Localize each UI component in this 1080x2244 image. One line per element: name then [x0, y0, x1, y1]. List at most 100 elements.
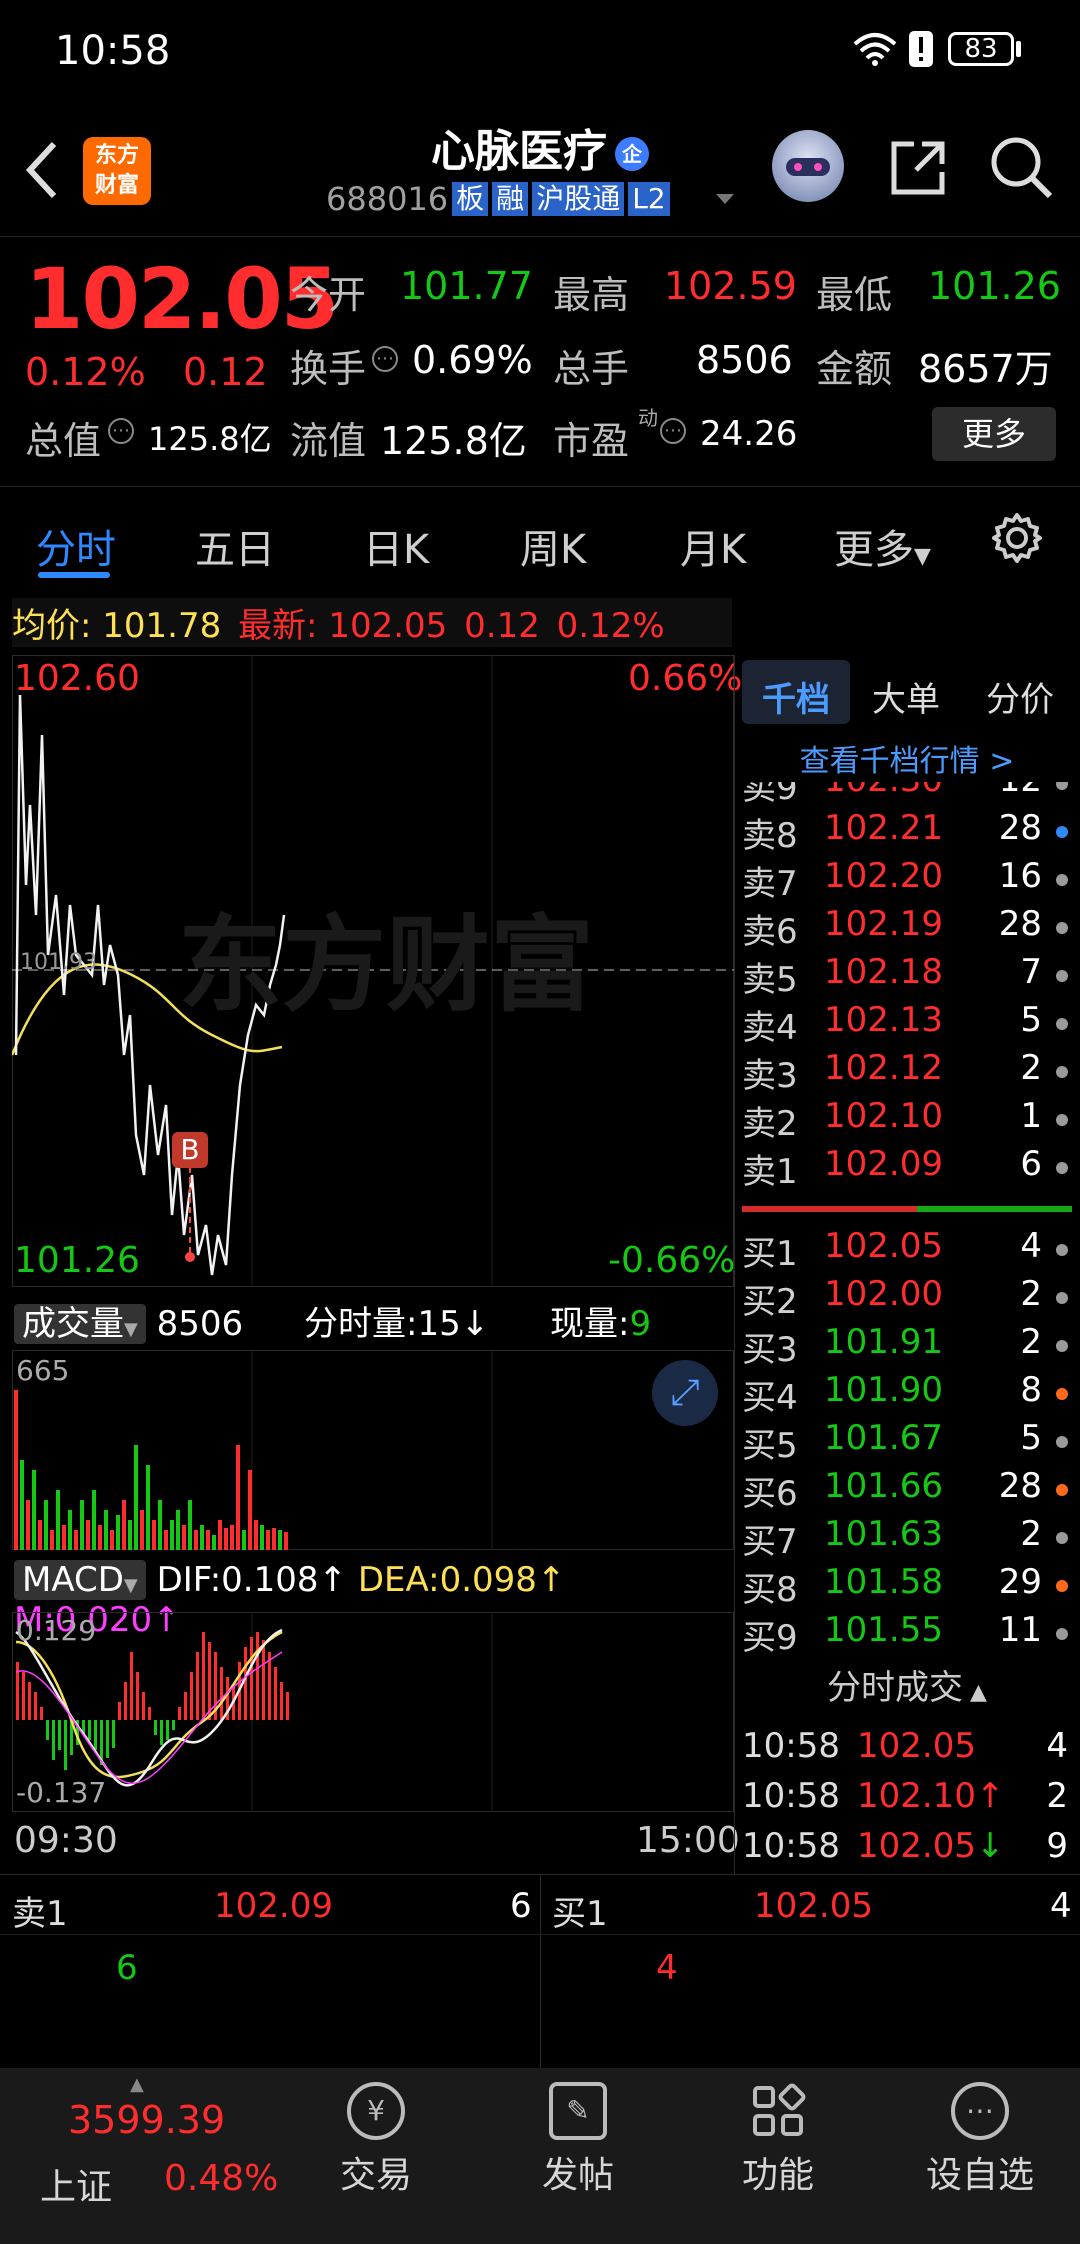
mktcap-value: 125.8亿 [148, 420, 272, 458]
latest-value: 102.05 [328, 606, 448, 646]
expand-icon[interactable]: ⤢ [652, 1360, 718, 1426]
tab-intraday[interactable]: 分时 [36, 517, 116, 575]
more-dots-icon: ⋯ [951, 2082, 1009, 2140]
level-dot [1056, 970, 1068, 982]
level-label: 卖7 [742, 864, 798, 904]
mktcap-label: 总值 [25, 419, 102, 463]
buy-bar [917, 1206, 1072, 1212]
buy-level-row[interactable]: 买4 101.90 8 [742, 1370, 1072, 1418]
trade-row: 10:58 102.05↓ 9 [742, 1826, 1072, 1874]
enterprise-badge: 企 [615, 137, 649, 171]
share-icon[interactable] [886, 136, 950, 200]
fenshi-value: 15 [417, 1304, 461, 1344]
caret-up-icon: ▲ [130, 2074, 144, 2095]
level-dot [1056, 1532, 1068, 1544]
buy-level-row[interactable]: 买6 101.66 28 [742, 1466, 1072, 1514]
strip-sell-price: 102.09 [214, 1886, 333, 1926]
tab-five-day[interactable]: 五日 [195, 517, 275, 575]
index-value[interactable]: 3599.39 [68, 2098, 225, 2142]
info-icon[interactable]: ⋯ [108, 418, 134, 444]
open-label: 今开 [290, 273, 367, 317]
volume-label: 总手 [553, 347, 630, 391]
chart-top-price: 102.60 [14, 658, 140, 699]
search-icon[interactable] [988, 134, 1054, 200]
bottom-nav: ▲ 3599.39 上证 0.48% ¥ 交易 ✎ 发帖 功能 ⋯ 设自选 [0, 2068, 1080, 2244]
tab-daily-k[interactable]: 日K [363, 517, 429, 575]
buy-level-row[interactable]: 买5 101.67 5 [742, 1418, 1072, 1466]
tag-board: 板 [452, 182, 489, 216]
volume-max-label: 665 [16, 1354, 70, 1387]
volume-total: 8506 [156, 1304, 244, 1344]
info-icon[interactable]: ⋯ [660, 418, 686, 444]
nav-post-label: 发帖 [541, 2155, 614, 2196]
level-volume: 4 [1020, 1226, 1042, 1266]
chart-tabs: 分时 五日 日K 周K 月K 更多▼ [0, 486, 1080, 587]
nav-watchlist[interactable]: ⋯ 设自选 [910, 2082, 1050, 2198]
trade-price: 102.05 [857, 1726, 976, 1766]
chevron-down-icon[interactable] [710, 184, 740, 214]
level-price: 102.21 [824, 808, 943, 848]
nav-trade[interactable]: ¥ 交易 [306, 2082, 446, 2198]
level-price: 102.10 [824, 1096, 943, 1136]
more-button[interactable]: 更多 [932, 407, 1056, 461]
level-label: 买8 [742, 1570, 798, 1610]
tab-qiandang[interactable]: 千档 [762, 672, 830, 721]
buy-level-row[interactable]: 买8 101.58 29 [742, 1562, 1072, 1610]
low-value: 101.26 [928, 264, 1061, 308]
level-label: 卖2 [742, 1104, 798, 1144]
buy-marker-badge[interactable]: B [172, 1132, 208, 1168]
volume-chart [12, 1350, 734, 1550]
level-label: 卖8 [742, 816, 798, 856]
amount-value: 8657万 [918, 347, 1053, 391]
buy-level-row[interactable]: 买9 101.55 11 [742, 1610, 1072, 1658]
tab-more[interactable]: 更多▼ [834, 517, 931, 575]
settings-gear-icon[interactable] [990, 511, 1044, 565]
level-dot [1056, 1114, 1068, 1126]
strip-mid-divider [540, 1874, 541, 2068]
tab-monthly-k[interactable]: 月K [680, 517, 746, 575]
macd-selector[interactable]: MACD▼ [14, 1560, 146, 1600]
avg-latest-bar: 均价: 101.78 最新: 102.05 0.12 0.12% [12, 598, 732, 647]
level-dot [1056, 874, 1068, 886]
level-price: 101.90 [824, 1370, 943, 1410]
sell-level-row[interactable]: 卖5 102.18 7 [742, 952, 1072, 1000]
tab-dadan[interactable]: 大单 [872, 672, 940, 721]
up-arrow-icon: ↑ [536, 1560, 566, 1600]
macd-selector-label: MACD [22, 1560, 124, 1600]
buy-level-row[interactable]: 买2 102.00 2 [742, 1274, 1072, 1322]
sell-level-row[interactable]: 卖2 102.10 1 [742, 1096, 1072, 1144]
nav-function[interactable]: 功能 [708, 2082, 848, 2198]
buy-level-row[interactable]: 买1 102.05 4 [742, 1226, 1072, 1274]
tab-fenjia[interactable]: 分价 [986, 672, 1054, 721]
sell-level-row[interactable]: 卖4 102.13 5 [742, 1000, 1072, 1048]
trade-price: 102.10↑ [857, 1776, 1005, 1816]
level-dot [1056, 1628, 1068, 1640]
level-label: 买5 [742, 1426, 798, 1466]
robot-assistant-icon[interactable] [772, 130, 844, 202]
level-price: 101.58 [824, 1562, 943, 1602]
orderbook-divider [734, 655, 735, 1875]
level-volume: 28 [998, 1466, 1042, 1506]
view-qiandang-link[interactable]: 查看千档行情 > [742, 736, 1072, 780]
tab-weekly-k[interactable]: 周K [520, 517, 586, 575]
xianliang-value: 9 [629, 1304, 652, 1344]
sell-level-row[interactable]: 卖6 102.19 28 [742, 904, 1072, 952]
level-price: 102.18 [824, 952, 943, 992]
nav-post[interactable]: ✎ 发帖 [508, 2082, 648, 2198]
sell-level-row[interactable]: 卖1 102.09 6 [742, 1144, 1072, 1192]
trades-title[interactable]: 分时成交 ▲ [742, 1660, 1072, 1709]
sell-level-row[interactable]: 卖7 102.20 16 [742, 856, 1072, 904]
buy-level-row[interactable]: 买3 101.91 2 [742, 1322, 1072, 1370]
level-dot [1056, 1292, 1068, 1304]
sell-level-row[interactable]: 卖8 102.21 28 [742, 808, 1072, 856]
level-price: 102.09 [824, 1144, 943, 1184]
volume-selector[interactable]: 成交量▼ [14, 1304, 146, 1344]
nav-trade-label: 交易 [339, 2155, 412, 2196]
index-name[interactable]: 上证 [40, 2158, 112, 2210]
status-bar: 10:58 83 [0, 0, 1080, 100]
volume-header: 成交量▼ 8506 分时量:15↓ 现量:9 [14, 1296, 732, 1345]
info-icon[interactable]: ⋯ [372, 346, 398, 372]
buy-level-row[interactable]: 买7 101.63 2 [742, 1514, 1072, 1562]
trade-time: 10:58 [742, 1726, 840, 1766]
sell-level-row[interactable]: 卖3 102.12 2 [742, 1048, 1072, 1096]
